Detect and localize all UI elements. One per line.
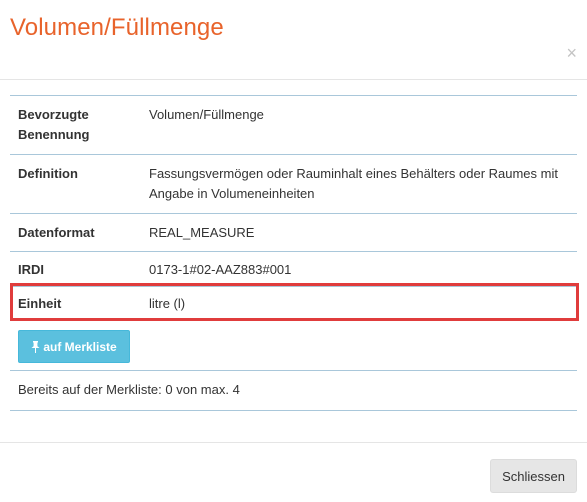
property-row-irdi: IRDI 0173-1#02-AAZ883#001 (10, 251, 577, 287)
footer-divider (0, 442, 587, 443)
add-to-merkliste-button[interactable]: auf Merkliste (18, 330, 130, 363)
merkliste-status: Bereits auf der Merkliste: 0 von max. 4 (10, 370, 577, 411)
property-value: 0173-1#02-AAZ883#001 (149, 262, 292, 277)
property-value: REAL_MEASURE (149, 225, 255, 240)
property-row-definition: Definition Fassungsvermögen oder Rauminh… (10, 154, 577, 214)
property-value: Volumen/Füllmenge (149, 107, 264, 122)
property-label: Definition (18, 166, 78, 181)
property-label: Datenformat (18, 225, 95, 240)
property-row-unit: Einheit litre (l) (10, 286, 577, 322)
pushpin-icon (31, 340, 40, 353)
property-row-data-format: Datenformat REAL_MEASURE (10, 213, 577, 252)
property-row-preferred-name: Bevorzugte Benennung Volumen/Füllmenge (10, 95, 577, 155)
dialog-header: Volumen/Füllmenge × (0, 0, 587, 80)
close-button[interactable]: Schliessen (490, 459, 577, 493)
property-label: Einheit (18, 296, 62, 311)
dialog-title: Volumen/Füllmenge (10, 14, 224, 41)
property-value: litre (l) (149, 296, 186, 311)
property-table: Bevorzugte Benennung Volumen/Füllmenge D… (10, 95, 577, 322)
property-label: IRDI (18, 262, 44, 277)
property-label: Bevorzugte Benennung (18, 107, 90, 142)
property-value: Fassungsvermögen oder Rauminhalt eines B… (149, 166, 558, 201)
add-to-merkliste-label: auf Merkliste (43, 339, 117, 354)
close-icon[interactable]: × (566, 44, 577, 62)
